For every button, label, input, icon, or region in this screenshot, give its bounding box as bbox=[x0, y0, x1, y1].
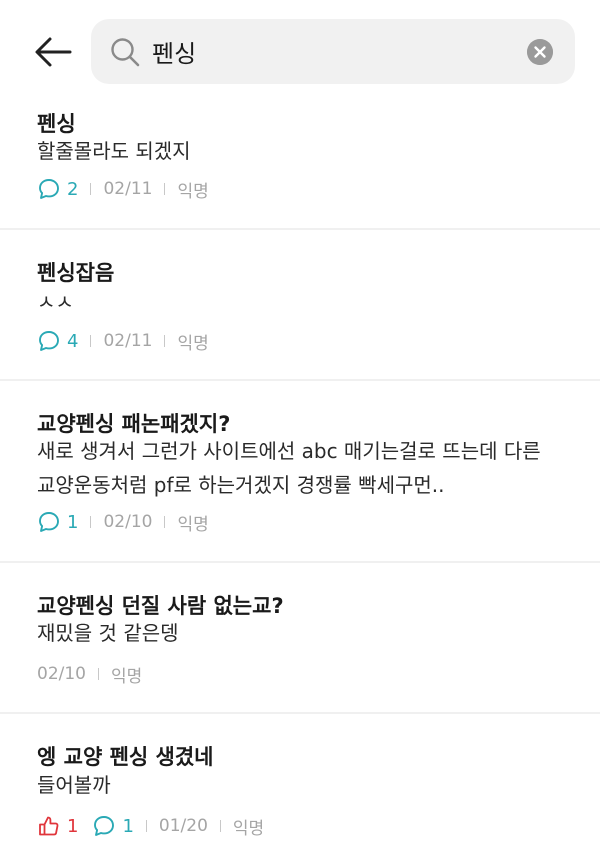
search-icon bbox=[111, 38, 140, 67]
post-author: 익명 bbox=[177, 333, 209, 354]
post-body: 교양운동처럼 pf로 하는거겠지 경쟁률 빡세구먼.. bbox=[37, 473, 445, 497]
separator bbox=[90, 516, 92, 528]
comment-count: 4 bbox=[37, 329, 78, 353]
post-date: 02/10 bbox=[37, 664, 86, 684]
post-date: 02/11 bbox=[103, 331, 153, 351]
comment-count-value: 2 bbox=[67, 178, 79, 200]
comment-count: 1 bbox=[37, 510, 78, 534]
post-meta: 1 1 01/20 익명 bbox=[37, 813, 264, 839]
separator bbox=[98, 668, 99, 680]
post-author: 익명 bbox=[177, 181, 209, 202]
back-arrow-icon[interactable] bbox=[34, 36, 72, 68]
separator bbox=[219, 820, 221, 832]
comment-icon bbox=[39, 331, 59, 351]
separator bbox=[90, 183, 92, 195]
post-date: 02/11 bbox=[103, 179, 153, 199]
separator bbox=[164, 183, 166, 195]
clear-search-icon[interactable] bbox=[527, 39, 553, 65]
divider bbox=[0, 712, 600, 714]
comment-icon bbox=[39, 512, 59, 532]
post-body: 들어볼까 bbox=[37, 773, 111, 797]
post-meta: 02/10 익명 bbox=[37, 661, 142, 687]
post-body: 새로 생겨서 그런가 사이트에선 abc 매기는걸로 뜨는데 다른 bbox=[37, 439, 541, 463]
post-meta: 2 02/11 익명 bbox=[37, 176, 209, 202]
post-body: 할줄몰라도 되겠지 bbox=[37, 139, 191, 163]
post-body: 재밌을 것 같은뎅 bbox=[37, 621, 179, 645]
post-author: 익명 bbox=[111, 666, 143, 687]
divider bbox=[0, 228, 600, 230]
comment-count: 2 bbox=[37, 177, 78, 201]
post-author: 익명 bbox=[232, 818, 265, 839]
separator bbox=[145, 820, 147, 832]
post-body: ㅅㅅ bbox=[37, 290, 74, 314]
divider bbox=[0, 561, 600, 563]
post-meta: 1 02/10 익명 bbox=[37, 509, 209, 535]
search-header bbox=[0, 0, 600, 100]
separator bbox=[164, 516, 166, 528]
thumbs-up-icon bbox=[39, 816, 59, 836]
separator bbox=[164, 335, 166, 347]
separator bbox=[90, 335, 92, 347]
post-date: 01/20 bbox=[158, 816, 208, 836]
search-input[interactable] bbox=[152, 30, 512, 72]
post-date: 02/10 bbox=[103, 512, 153, 532]
like-count: 1 bbox=[37, 814, 78, 838]
comment-count-value: 4 bbox=[67, 330, 79, 352]
comment-icon bbox=[94, 816, 115, 836]
post-meta: 4 02/11 익명 bbox=[37, 328, 209, 354]
comment-count-value: 1 bbox=[122, 815, 134, 837]
like-count-value: 1 bbox=[67, 815, 79, 837]
divider bbox=[0, 379, 600, 381]
comment-count-value: 1 bbox=[67, 511, 79, 533]
post-author: 익명 bbox=[177, 514, 209, 535]
comment-count: 1 bbox=[92, 814, 134, 838]
comment-icon bbox=[39, 179, 59, 199]
